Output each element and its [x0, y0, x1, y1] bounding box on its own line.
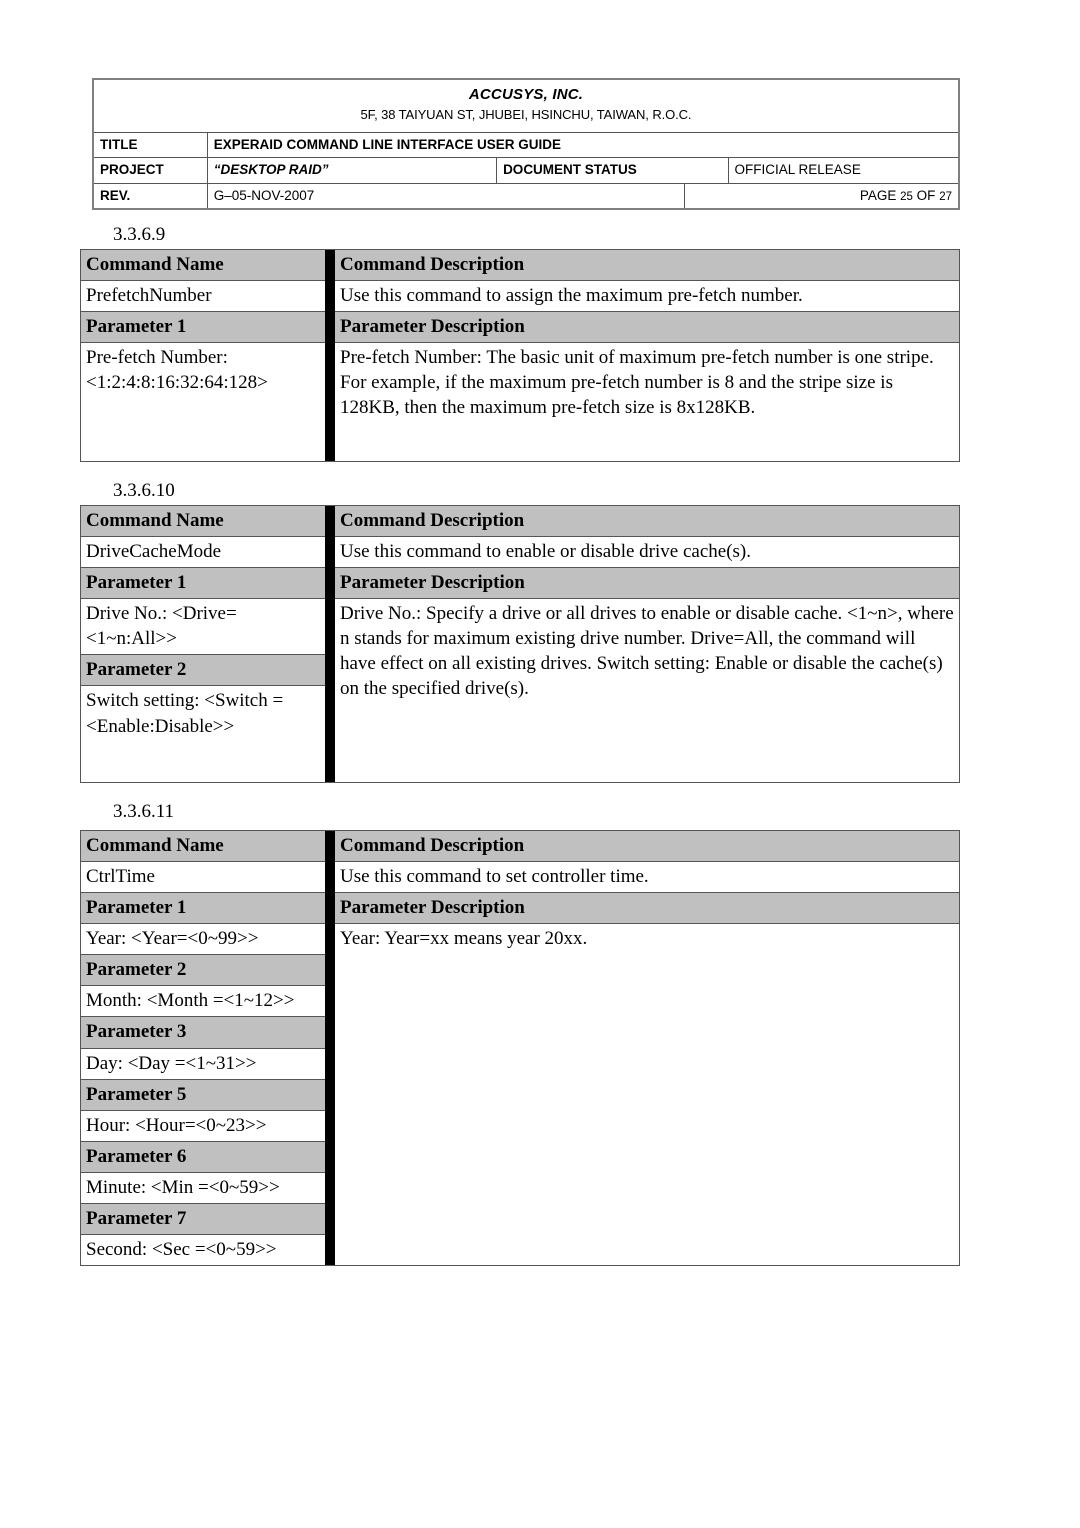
section-number-1: 3.3.6.9 [113, 224, 166, 245]
parameter-value-6: Minute: <Min =<0~59>> [81, 1173, 325, 1204]
description-line: Pre-fetch Number: [340, 347, 482, 369]
project-value: “DESKTOP RAID” [206, 158, 496, 183]
page-total-number: 27 [939, 190, 952, 203]
parameter-line: <Day =<1~31>> [127, 1052, 257, 1074]
rev-value: G–05-NOV-2007 [206, 183, 684, 209]
table-body: Command Name DriveCacheMode Parameter 1 … [81, 506, 959, 783]
description-line: Year=xx means year 20xx. [384, 928, 588, 950]
parameter-line: Drive No.: [86, 603, 168, 625]
column-header-command-name: Command Name [81, 250, 325, 282]
column-header-command-description: Command Description [335, 250, 959, 282]
parameter-line: Hour: [86, 1114, 131, 1136]
parameter-line: Month: [86, 990, 142, 1012]
command-description-value: Use this command to enable or disable dr… [335, 537, 959, 569]
column-header-command-description: Command Description [335, 831, 959, 863]
command-name-value: DriveCacheMode [81, 537, 325, 569]
company-address: 5F, 38 TAIYUAN ST, JHUBEI, HSINCHU, TAIW… [360, 106, 692, 122]
parameter-line: <Year=<0~99>> [131, 928, 259, 950]
document-page: ACCUSYS, INC. 5F, 38 TAIYUAN ST, JHUBEI,… [0, 0, 1080, 1528]
company-name: ACCUSYS, INC. [468, 86, 584, 103]
command-name-value: PrefetchNumber [81, 281, 325, 313]
parameter-value-3: Day: <Day =<1~31>> [81, 1049, 325, 1080]
parameter-line: Day: [86, 1052, 123, 1074]
command-table-3: Command Name CtrlTime Parameter 1 Year: … [80, 830, 960, 1267]
parameter-label-2: Parameter 2 [81, 655, 325, 687]
command-description-value: Use this command to assign the maximum p… [335, 281, 959, 313]
parameter-label-2: Parameter 2 [81, 955, 325, 987]
parameter-label-1: Parameter 1 [81, 568, 325, 600]
parameter-line: <Hour=<0~23>> [135, 1114, 267, 1136]
parameter-line: Pre-fetch Number: [86, 347, 228, 369]
parameter-label-7: Parameter 7 [81, 1203, 325, 1236]
header-company-row: ACCUSYS, INC. 5F, 38 TAIYUAN ST, JHUBEI,… [94, 80, 958, 132]
document-status-value: OFFICIAL RELEASE [727, 158, 958, 183]
rev-label: REV. [100, 187, 131, 203]
table-body: Command Name CtrlTime Parameter 1 Year: … [81, 831, 959, 1266]
page-of-label: OF [916, 187, 936, 203]
parameter-value-2: Switch setting: <Switch =<Enable:Disable… [81, 686, 325, 782]
parameter-label-3: Parameter 3 [81, 1017, 325, 1049]
description-line: Drive No.: [340, 603, 422, 625]
parameter-line: Minute: [86, 1176, 147, 1198]
column-divider-bar [325, 831, 335, 1266]
header-rev-row: REV. G–05-NOV-2007 PAGE 25 OF 27 [94, 182, 958, 209]
parameter-line: <Min =<0~59>> [150, 1176, 280, 1198]
column-header-command-name: Command Name [81, 831, 325, 863]
parameter-description-value: Pre-fetch Number: The basic unit of maxi… [335, 343, 959, 461]
page-indicator: PAGE 25 OF 27 [683, 183, 958, 209]
parameter-value-1: Year: <Year=<0~99>> [81, 924, 325, 956]
right-column: Command Description Use this command to … [335, 250, 959, 461]
command-description-value: Use this command to set controller time. [335, 862, 959, 894]
parameter-value-5: Hour: <Hour=<0~23>> [81, 1111, 325, 1142]
parameter-value-1: Pre-fetch Number: <1:2:4:8:16:32:64:128> [81, 343, 325, 461]
parameter-line: Second: [86, 1239, 148, 1261]
column-divider-bar [325, 250, 335, 462]
title-label: TITLE [100, 137, 138, 153]
parameter-value-7: Second: <Sec =<0~59>> [81, 1235, 325, 1265]
company-cell: ACCUSYS, INC. 5F, 38 TAIYUAN ST, JHUBEI,… [94, 80, 958, 132]
parameter-description-value: Drive No.: Specify a drive or all drives… [335, 599, 959, 782]
parameter-label-1: Parameter 1 [81, 312, 325, 344]
section-number-2: 3.3.6.10 [113, 480, 175, 501]
left-column: Command Name DriveCacheMode Parameter 1 … [81, 506, 325, 782]
document-status-label: DOCUMENT STATUS [496, 158, 727, 183]
parameter-description-value: Year: Year=xx means year 20xx. [335, 924, 959, 1265]
parameter-label-1: Parameter 1 [81, 893, 325, 925]
description-line: Switch setting: [596, 653, 711, 675]
document-header-table: ACCUSYS, INC. 5F, 38 TAIYUAN ST, JHUBEI,… [92, 78, 960, 211]
parameter-label-6: Parameter 6 [81, 1141, 325, 1173]
column-header-command-name: Command Name [81, 506, 325, 538]
right-column: Command Description Use this command to … [335, 831, 959, 1265]
command-table-2: Command Name DriveCacheMode Parameter 1 … [80, 505, 960, 784]
parameter-line: Switch setting: [86, 690, 200, 712]
parameter-line: <Switch [204, 690, 268, 712]
description-line: Specify a drive or all drives to enable … [426, 603, 843, 625]
column-header-parameter-description: Parameter Description [335, 893, 959, 925]
parameter-label-5: Parameter 5 [81, 1079, 325, 1111]
column-divider-bar [325, 506, 335, 783]
project-label: PROJECT [100, 162, 164, 178]
parameter-line: <Sec =<0~59>> [151, 1239, 277, 1261]
left-column: Command Name CtrlTime Parameter 1 Year: … [81, 831, 325, 1265]
column-header-parameter-description: Parameter Description [335, 568, 959, 600]
header-title-row: TITLE EXPERAID COMMAND LINE INTERFACE US… [94, 132, 958, 158]
parameter-line: <Month =<1~12>> [146, 990, 295, 1012]
parameter-value-1: Drive No.: <Drive=<1~n:All>> [81, 599, 325, 656]
command-table-1: Command Name PrefetchNumber Parameter 1 … [80, 249, 960, 463]
right-column: Command Description Use this command to … [335, 506, 959, 782]
page-prefix-label: PAGE [859, 187, 897, 203]
parameter-line: Year: [86, 928, 127, 950]
column-header-parameter-description: Parameter Description [335, 312, 959, 344]
page-current-number: 25 [900, 190, 913, 203]
parameter-value-2: Month: <Month =<1~12>> [81, 986, 325, 1018]
command-name-value: CtrlTime [81, 862, 325, 894]
parameter-line: <1:2:4:8:16:32:64:128> [86, 372, 268, 394]
description-line: Year: [340, 928, 381, 950]
title-value: EXPERAID COMMAND LINE INTERFACE USER GUI… [206, 133, 958, 158]
left-column: Command Name PrefetchNumber Parameter 1 … [81, 250, 325, 461]
table-body: Command Name PrefetchNumber Parameter 1 … [81, 250, 959, 462]
section-number-3: 3.3.6.11 [113, 801, 175, 822]
column-header-command-description: Command Description [335, 506, 959, 538]
header-project-row: PROJECT “DESKTOP RAID” DOCUMENT STATUS O… [94, 157, 958, 183]
